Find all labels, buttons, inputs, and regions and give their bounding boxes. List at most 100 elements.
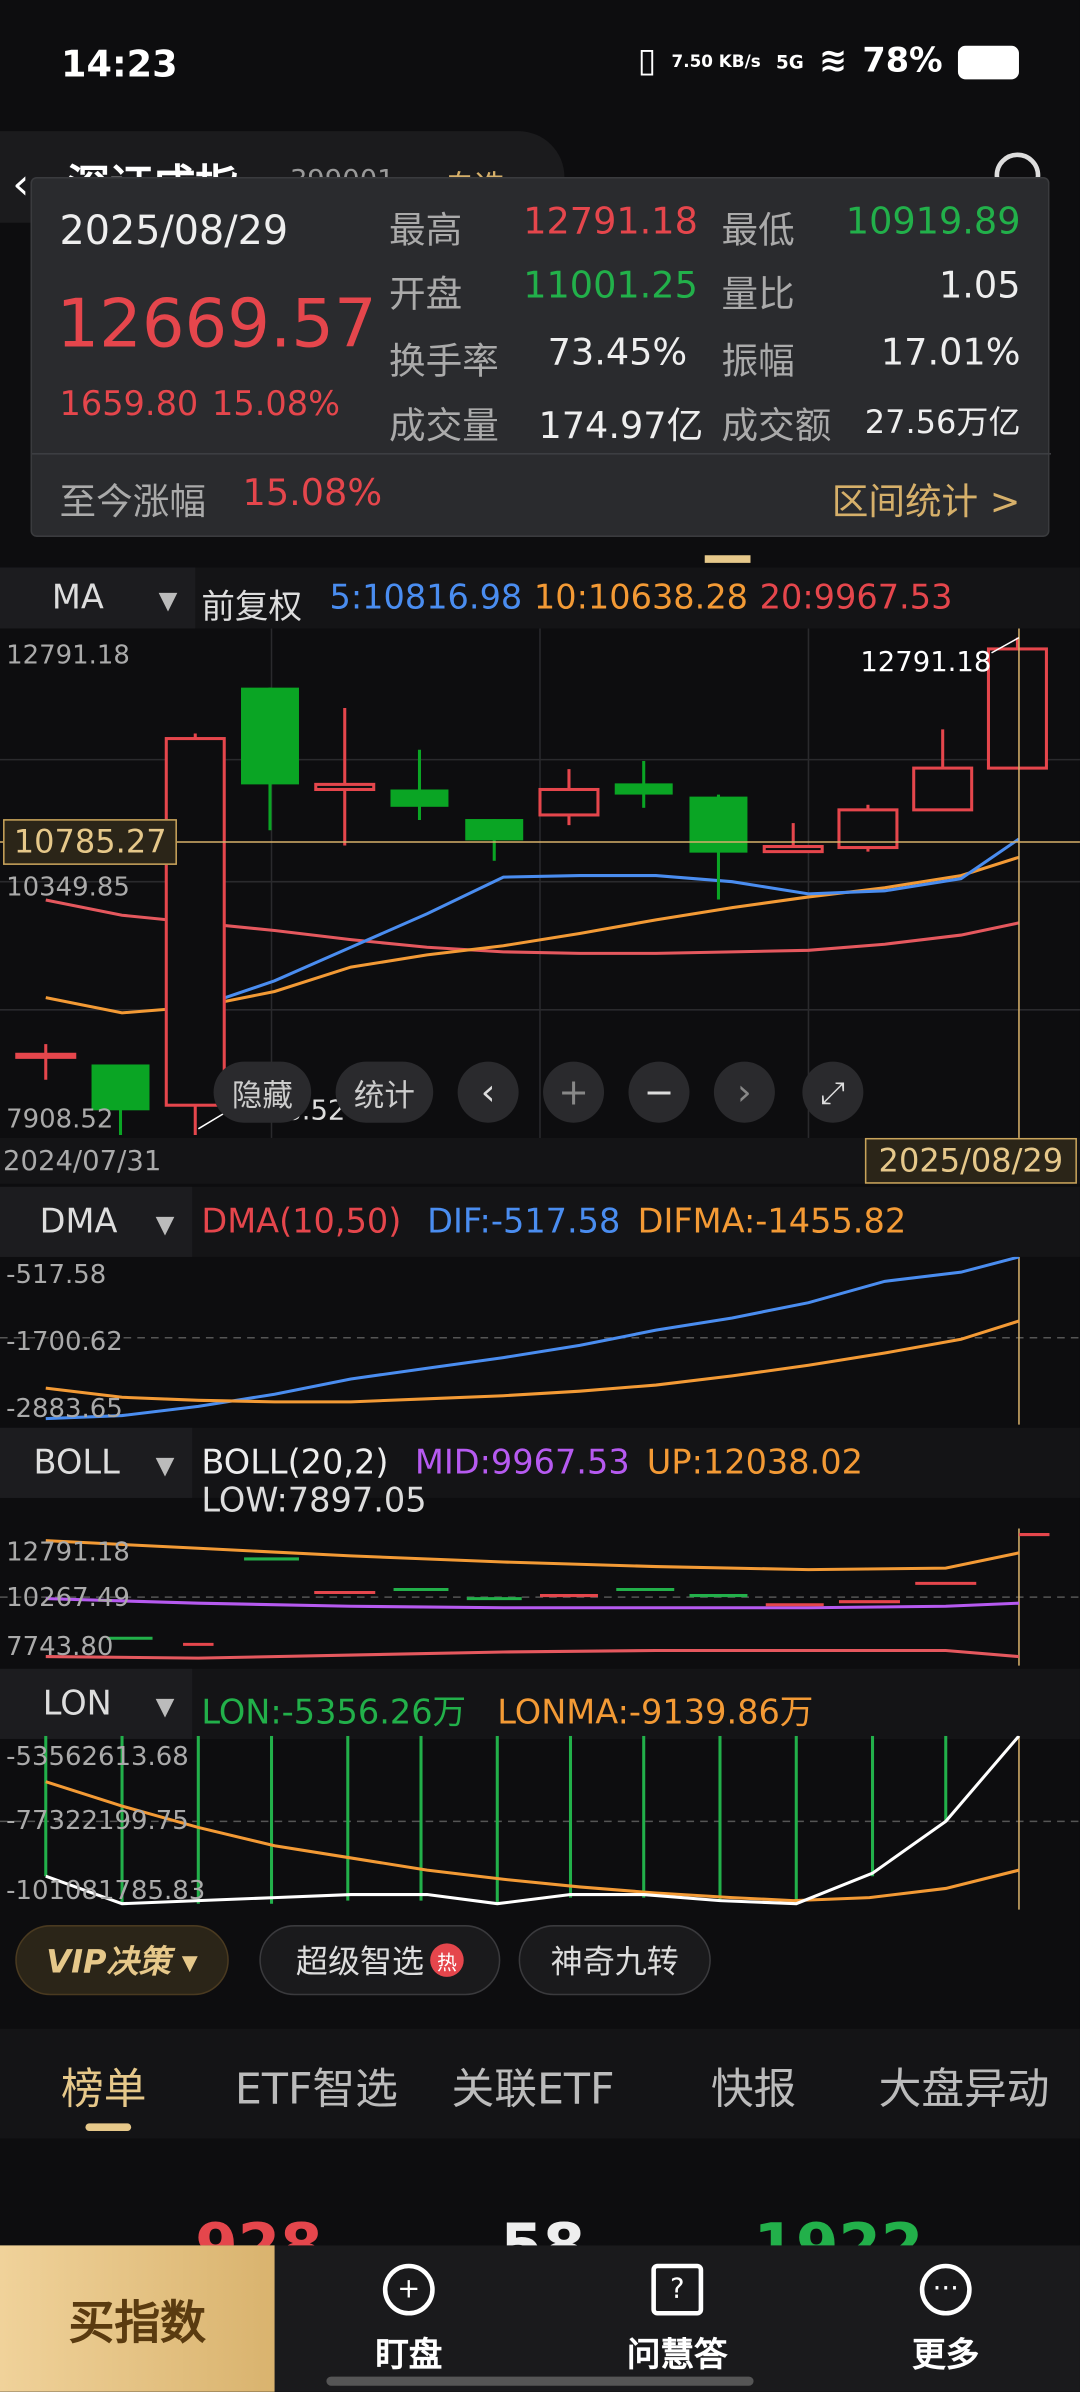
lonma-value: LONMA:-9139.86万 xyxy=(497,1694,814,1733)
candle-body xyxy=(15,1052,77,1059)
boll-up-line xyxy=(45,1539,1020,1572)
tab-rank[interactable]: 榜单 xyxy=(61,2056,146,2117)
amp-label: 振幅 xyxy=(721,340,795,383)
candle-body xyxy=(912,766,974,812)
lon-panel: -53562613.68 -77322199.75 -101081785.83 xyxy=(0,1734,1080,1910)
date-axis: 2024/07/31 2025/08/29 xyxy=(0,1137,1080,1184)
dma-svg xyxy=(0,1255,1080,1425)
dropdown-icon: ▼ xyxy=(155,1450,175,1480)
tab-indicator xyxy=(704,555,751,563)
dma-panel: -517.58 -1700.62 -2883.65 xyxy=(0,1255,1080,1425)
vol-value: 174.97亿 xyxy=(538,404,704,447)
boll-header: BOLL ▼ BOLL(20,2) MID:9967.53 UP:12038.0… xyxy=(0,1427,1080,1498)
back-icon[interactable]: ‹ xyxy=(12,159,29,209)
dma-header: DMA ▼ DMA(10,50) DIF:-517.58 DIFMA:-1455… xyxy=(0,1186,1080,1257)
y-axis-bot: 7908.52 xyxy=(6,1104,114,1135)
lon-value: LON:-5356.26万 xyxy=(201,1694,467,1733)
battery-text: 78% xyxy=(862,42,943,81)
active-tab-indicator xyxy=(85,2123,132,2131)
nav-ask[interactable]: ? 问慧答 xyxy=(586,2245,769,2391)
tab-etf-pick[interactable]: ETF智选 xyxy=(235,2056,398,2117)
candle-body xyxy=(164,737,226,1107)
lon-ax3: -101081785.83 xyxy=(6,1876,206,1907)
nav-watch-label: 盯盘 xyxy=(375,2336,443,2376)
low-label: 最低 xyxy=(721,208,795,252)
super-pick-button[interactable]: 超级智选 热 xyxy=(259,1925,501,1996)
hide-button[interactable]: 隐藏 xyxy=(213,1061,312,1123)
vr-value: 1.05 xyxy=(938,263,1021,307)
dropdown-icon: ▼ xyxy=(155,1691,175,1721)
candle-body xyxy=(538,787,600,817)
turnover-value: 73.45% xyxy=(547,331,688,374)
super-pick-label: 超级智选 xyxy=(295,1943,425,1980)
magic-nine-button[interactable]: 神奇九转 xyxy=(518,1925,711,1996)
boll-mid: MID:9967.53 xyxy=(414,1444,630,1483)
max-label: 12791.18 xyxy=(860,646,992,679)
buy-index-button[interactable]: 买指数 xyxy=(0,2245,275,2392)
high-value: 12791.18 xyxy=(523,199,698,243)
candle-body xyxy=(465,819,524,841)
kline-chart[interactable]: 12791.18 10349.85 7908.52 10785.27 12791… xyxy=(0,628,1080,1138)
stats-button[interactable]: 统计 xyxy=(335,1061,434,1123)
zoom-out-icon[interactable]: − xyxy=(628,1061,690,1123)
bottom-tabs: 榜单 ETF智选 关联ETF 快报 大盘异动 xyxy=(0,2028,1080,2139)
ma-indicator-bar: MA ▼ 前复权 5:10816.98 10:10638.28 20:9967.… xyxy=(0,567,1080,629)
boll-name: BOLL xyxy=(33,1444,120,1483)
next-icon[interactable]: › xyxy=(713,1061,775,1123)
tab-market-move[interactable]: 大盘异动 xyxy=(879,2056,1050,2117)
ma-name: MA xyxy=(51,579,104,618)
dma-label: DMA(10,50) xyxy=(201,1203,402,1242)
tab-related-etf[interactable]: 关联ETF xyxy=(452,2056,615,2117)
dma-ax1: -517.58 xyxy=(6,1259,107,1291)
vol-label: 成交量 xyxy=(388,404,499,447)
fullscreen-icon[interactable]: ⤢ xyxy=(802,1061,864,1123)
boll-low: LOW:7897.05 xyxy=(201,1482,427,1521)
kline-svg xyxy=(0,628,1080,1138)
prev-icon[interactable]: ‹ xyxy=(457,1061,519,1123)
boll-label: BOLL(20,2) xyxy=(201,1444,389,1483)
home-indicator xyxy=(326,2376,754,2386)
high-label: 最高 xyxy=(388,208,463,252)
wifi-icon: ≋ xyxy=(818,42,848,81)
candle-body xyxy=(241,687,299,785)
lon-name: LON xyxy=(42,1685,112,1724)
bottom-nav: 买指数 + 盯盘 ? 问慧答 ··· 更多 xyxy=(0,2245,1080,2392)
difma-line xyxy=(45,1319,1020,1404)
zoom-in-icon[interactable]: + xyxy=(543,1061,605,1123)
boll-up: UP:12038.02 xyxy=(646,1444,864,1483)
boll-ax1: 12791.18 xyxy=(6,1537,130,1569)
crosshair-icon: + xyxy=(382,2263,435,2316)
dma-dif: DIF:-517.58 xyxy=(427,1203,621,1242)
lon-ax1: -53562613.68 xyxy=(6,1742,189,1773)
amt-value: 27.56万亿 xyxy=(864,404,1021,441)
turnover-label: 换手率 xyxy=(388,340,499,383)
start-date: 2024/07/31 xyxy=(3,1145,162,1178)
amt-label: 成交额 xyxy=(721,404,832,447)
vibrate-icon: ▯ xyxy=(637,42,657,81)
nav-more-label: 更多 xyxy=(912,2336,980,2376)
crosshair-date: 2025/08/29 xyxy=(864,1137,1077,1184)
tab-news[interactable]: 快报 xyxy=(711,2056,796,2117)
ma10-value: 10:10638.28 xyxy=(533,579,749,618)
status-bar: 14:23 ▯ 7.50 KB/s 5G ≋ 78% xyxy=(0,0,1080,128)
candle-body xyxy=(614,783,673,795)
boll-ax3: 7743.80 xyxy=(6,1632,114,1663)
range-stat-link[interactable]: 区间统计 > xyxy=(832,471,1021,524)
y-axis-mid: 10349.85 xyxy=(6,872,130,904)
nav-watch[interactable]: + 盯盘 xyxy=(317,2245,500,2391)
since-value: 15.08% xyxy=(242,471,383,515)
market-breadth: 928 58 1922 xyxy=(0,2138,1080,2282)
popup-change-pct: 15.08% xyxy=(212,385,340,425)
boll-low-line xyxy=(45,1648,1020,1660)
low-value: 10919.89 xyxy=(845,199,1021,243)
open-value: 11001.25 xyxy=(523,263,698,307)
nav-more[interactable]: ··· 更多 xyxy=(854,2245,1037,2391)
popup-date: 2025/08/29 xyxy=(59,208,289,255)
clock: 14:23 xyxy=(61,42,178,86)
vr-label: 量比 xyxy=(721,273,795,316)
lon-ax2: -77322199.75 xyxy=(6,1806,189,1837)
nav-ask-label: 问慧答 xyxy=(626,2336,728,2376)
adj-type[interactable]: 前复权 xyxy=(201,580,302,629)
candle-body xyxy=(689,796,748,853)
vip-decision-button[interactable]: VIP决策 ▾ xyxy=(15,1925,229,1996)
